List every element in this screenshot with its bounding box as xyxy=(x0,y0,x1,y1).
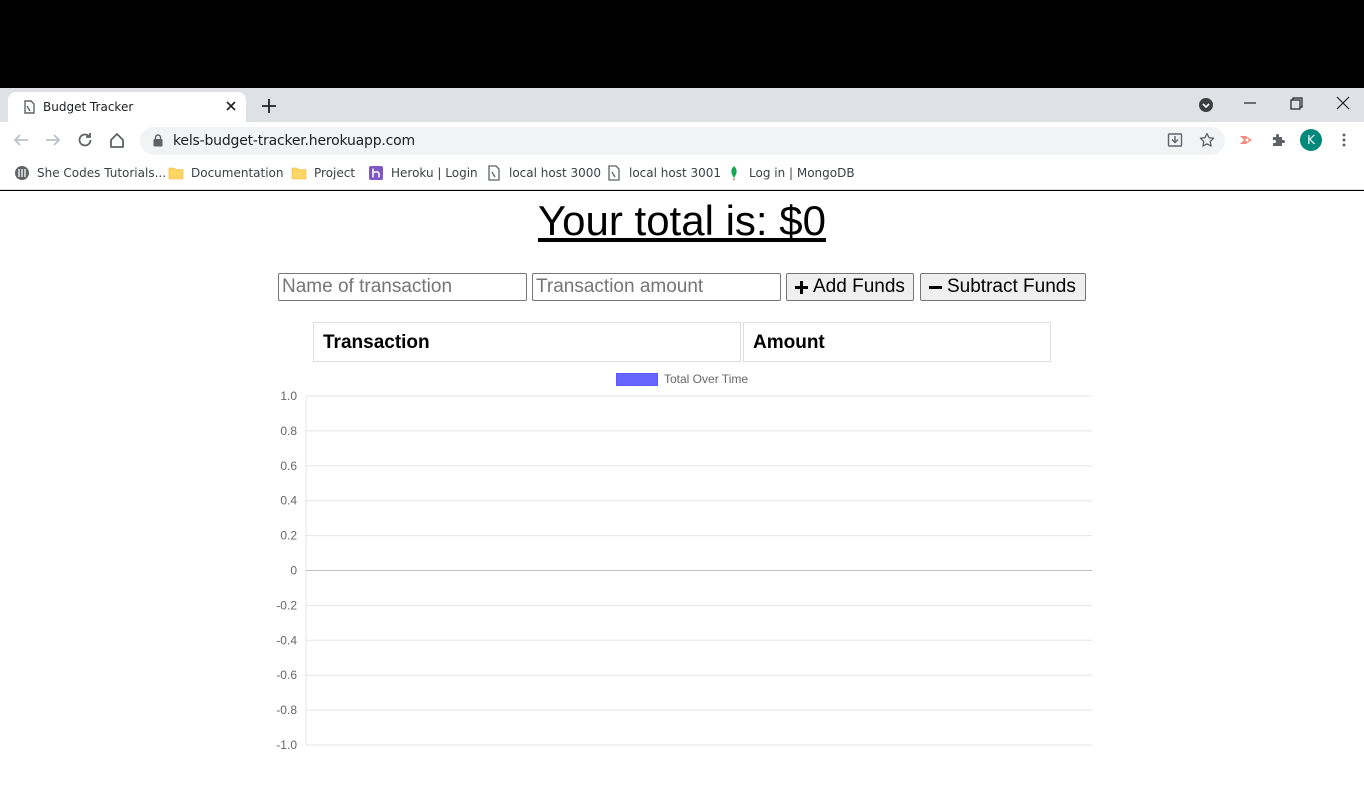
screen-top-black-bar xyxy=(0,0,1364,88)
legend-label[interactable]: Total Over Time xyxy=(664,372,748,386)
shecodes-icon xyxy=(15,166,29,180)
lock-icon[interactable] xyxy=(153,134,163,147)
menu-kebab-icon[interactable] xyxy=(1336,132,1352,148)
bookmark-label: local host 3001 xyxy=(629,166,722,180)
bookmark-star-icon[interactable] xyxy=(1199,132,1215,148)
page-favicon-icon xyxy=(24,100,35,114)
minimize-icon[interactable] xyxy=(1238,94,1262,114)
table-header-transaction: Transaction xyxy=(313,322,741,362)
bookmark-item[interactable]: local host 3000 xyxy=(486,164,601,182)
transaction-amount-input[interactable] xyxy=(532,273,781,301)
total-heading: Your total is: $0 xyxy=(0,197,1364,245)
total-value: 0 xyxy=(802,197,826,244)
tab-close-icon[interactable] xyxy=(223,98,239,114)
y-tick-label: 0.6 xyxy=(280,459,297,473)
y-tick-label: -0.8 xyxy=(276,703,297,717)
bookmark-label: Project xyxy=(314,166,356,180)
y-tick-label: 0 xyxy=(290,564,297,578)
bookmark-label: Documentation xyxy=(191,166,284,180)
home-icon[interactable] xyxy=(108,131,126,149)
tab-title: Budget Tracker xyxy=(43,100,134,114)
total-over-time-chart: 1.0 0.8 0.6 0.4 0.2 0 -0.2 -0.4 -0.6 -0.8 -1.0 xyxy=(276,389,1092,752)
bookmark-label: Heroku | Login xyxy=(391,166,478,180)
minus-icon xyxy=(929,285,942,289)
tab-search-icon[interactable] xyxy=(1194,94,1218,114)
url-text[interactable]: kels-budget-tracker.herokuapp.com xyxy=(173,133,415,149)
y-tick-label: 0.2 xyxy=(280,529,297,543)
tab-strip: Budget Tracker xyxy=(0,88,1364,122)
profile-initial: K xyxy=(1307,133,1315,147)
y-tick-label: 1.0 xyxy=(280,389,297,403)
reload-icon[interactable] xyxy=(76,131,94,149)
bookmark-item[interactable]: She Codes Tutorials... xyxy=(14,164,166,182)
bookmark-item[interactable]: local host 3001 xyxy=(606,164,721,182)
page-icon xyxy=(608,165,620,181)
tab-budget-tracker[interactable]: Budget Tracker xyxy=(8,92,246,122)
extensions-puzzle-icon[interactable] xyxy=(1270,132,1286,148)
add-funds-button[interactable]: Add Funds xyxy=(786,273,914,301)
subtract-funds-button[interactable]: Subtract Funds xyxy=(920,273,1086,301)
bookmark-label: She Codes Tutorials... xyxy=(37,166,167,180)
y-tick-label: 0.8 xyxy=(280,424,297,438)
restore-icon[interactable] xyxy=(1284,94,1308,114)
bookmark-item[interactable]: Project xyxy=(291,164,355,182)
y-tick-label: -0.2 xyxy=(276,598,297,612)
mongodb-leaf-icon xyxy=(731,166,737,181)
page-icon xyxy=(488,165,500,181)
y-tick-label: -0.6 xyxy=(276,668,297,682)
table-header-amount: Amount xyxy=(743,322,1051,362)
close-window-icon[interactable] xyxy=(1330,94,1354,114)
bookmark-label: local host 3000 xyxy=(509,166,602,180)
y-tick-label: 0.4 xyxy=(280,494,297,508)
extension-red-icon[interactable] xyxy=(1238,132,1254,148)
bookmark-label: Log in | MongoDB xyxy=(749,166,855,180)
new-tab-plus-icon[interactable] xyxy=(259,96,279,116)
heroku-icon xyxy=(369,166,383,180)
bookmark-item[interactable]: Heroku | Login xyxy=(368,164,478,182)
bookmark-item[interactable]: Documentation xyxy=(168,164,284,182)
folder-icon xyxy=(168,167,184,180)
subtract-funds-label: Subtract Funds xyxy=(947,276,1076,297)
y-tick-label: -1.0 xyxy=(276,738,297,752)
bookmark-item[interactable]: Log in | MongoDB xyxy=(726,164,855,182)
y-tick-label: -0.4 xyxy=(276,633,297,647)
transaction-name-input[interactable] xyxy=(278,273,527,301)
total-label: Your total is: $ xyxy=(538,197,803,244)
install-app-icon[interactable] xyxy=(1167,132,1183,148)
add-funds-label: Add Funds xyxy=(813,276,905,297)
folder-icon xyxy=(291,167,307,180)
plus-icon xyxy=(795,280,808,294)
back-arrow-icon[interactable] xyxy=(12,131,30,149)
forward-arrow-icon[interactable] xyxy=(44,131,62,149)
profile-avatar[interactable]: K xyxy=(1300,129,1322,151)
